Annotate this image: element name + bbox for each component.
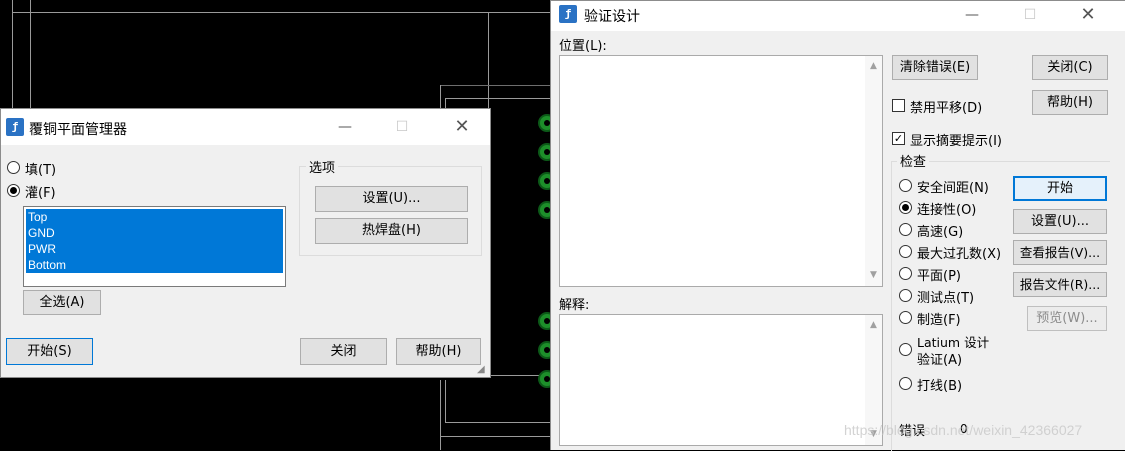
disable-pan-label[interactable]: 禁用平移(D) <box>910 97 982 116</box>
layer-list[interactable]: Top GND PWR Bottom <box>23 206 286 287</box>
start-button[interactable]: 开始 <box>1013 176 1107 201</box>
list-item[interactable]: Bottom <box>26 257 283 273</box>
check-radio-plane[interactable] <box>899 267 912 280</box>
scroll-up-arrow-icon[interactable]: ▲ <box>865 58 882 75</box>
settings-button[interactable]: 设置(U)... <box>315 186 468 212</box>
maximize-icon[interactable]: ☐ <box>387 115 417 139</box>
check-label-test-point[interactable]: 测试点(T) <box>917 287 974 306</box>
list-item[interactable]: PWR <box>26 241 283 257</box>
check-radio-latium[interactable] <box>899 343 912 356</box>
explanation-label: 解释: <box>559 298 590 313</box>
check-label-high-speed[interactable]: 高速(G) <box>917 221 963 240</box>
scroll-down-arrow-icon[interactable]: ▼ <box>865 267 882 284</box>
check-radio-max-vias[interactable] <box>899 245 912 258</box>
settings-button[interactable]: 设置(U)... <box>1013 209 1107 234</box>
clear-errors-button[interactable]: 清除错误(E) <box>892 55 978 80</box>
scrollbar[interactable]: ▲ ▼ <box>865 56 882 286</box>
check-label-latium-line2[interactable]: 验证(A) <box>917 349 962 368</box>
watermark: https://blog.csdn.net/weixin_42366027 <box>844 422 1083 438</box>
help-button[interactable]: 帮助(H) <box>1032 90 1108 115</box>
check-radio-clearance[interactable] <box>899 179 912 192</box>
window-title: 覆铜平面管理器 <box>29 122 127 138</box>
close-button[interactable]: 关闭 <box>300 338 387 365</box>
check-label-wire-bond[interactable]: 打线(B) <box>917 375 962 394</box>
report-file-button[interactable]: 报告文件(R)... <box>1013 272 1107 297</box>
select-all-button[interactable]: 全选(A) <box>23 290 101 315</box>
check-radio-high-speed[interactable] <box>899 223 912 236</box>
show-summary-checkbox[interactable]: ✓ <box>892 132 905 145</box>
maximize-icon[interactable]: ☐ <box>1015 3 1045 27</box>
app-icon: ƒ <box>6 118 24 136</box>
check-label-max-vias[interactable]: 最大过孔数(X) <box>917 243 1001 262</box>
scroll-up-arrow-icon[interactable]: ▲ <box>865 317 882 334</box>
start-button[interactable]: 开始(S) <box>6 338 93 365</box>
disable-pan-checkbox[interactable] <box>892 99 905 112</box>
check-radio-connectivity[interactable] <box>899 201 912 214</box>
app-icon: ƒ <box>559 5 577 23</box>
check-label-connectivity[interactable]: 连接性(O) <box>917 199 976 218</box>
check-group-label: 检查 <box>897 151 930 170</box>
copper-plane-manager-window: ƒ 覆铜平面管理器 — ☐ ✕ 填(T) 灌(F) Top GND PWR Bo… <box>0 108 491 378</box>
list-item[interactable]: Top <box>26 209 283 225</box>
view-report-button[interactable]: 查看报告(V)... <box>1013 240 1107 265</box>
check-label-fabrication[interactable]: 制造(F) <box>917 309 961 328</box>
check-radio-wire-bond[interactable] <box>899 377 912 390</box>
minimize-icon[interactable]: — <box>957 3 987 27</box>
verify-design-window: ƒ 验证设计 — ☐ ✕ 位置(L): ▲ ▼ 解释: ▲ ▼ 清除错误(E) … <box>550 0 1125 451</box>
close-button[interactable]: 关闭(C) <box>1032 55 1108 80</box>
show-summary-label[interactable]: 显示摘要提示(I) <box>910 130 1002 149</box>
preview-button: 预览(W)... <box>1027 306 1107 331</box>
title-bar[interactable]: ƒ 验证设计 — ☐ ✕ <box>551 1 1125 31</box>
options-group-label: 选项 <box>306 157 339 176</box>
explanation-text[interactable]: ▲ ▼ <box>559 314 883 446</box>
flood-radio-label[interactable]: 灌(F) <box>25 182 56 201</box>
flood-radio[interactable] <box>7 184 20 197</box>
list-item[interactable]: GND <box>26 225 283 241</box>
check-radio-test-point[interactable] <box>899 289 912 302</box>
location-list[interactable]: ▲ ▼ <box>559 55 883 287</box>
check-label-plane[interactable]: 平面(P) <box>917 265 961 284</box>
close-icon[interactable]: ✕ <box>1073 3 1103 27</box>
fill-radio[interactable] <box>7 161 20 174</box>
close-icon[interactable]: ✕ <box>447 115 477 139</box>
thermal-pad-button[interactable]: 热焊盘(H) <box>315 218 468 244</box>
location-label: 位置(L): <box>559 39 607 54</box>
minimize-icon[interactable]: — <box>330 115 360 139</box>
help-button[interactable]: 帮助(H) <box>396 338 481 365</box>
check-radio-fabrication[interactable] <box>899 311 912 324</box>
window-title: 验证设计 <box>584 9 640 25</box>
resize-grip-icon[interactable]: ◢ <box>477 364 489 376</box>
check-label-clearance[interactable]: 安全间距(N) <box>917 177 989 196</box>
fill-radio-label[interactable]: 填(T) <box>25 159 56 178</box>
title-bar[interactable]: ƒ 覆铜平面管理器 — ☐ ✕ <box>1 109 490 145</box>
